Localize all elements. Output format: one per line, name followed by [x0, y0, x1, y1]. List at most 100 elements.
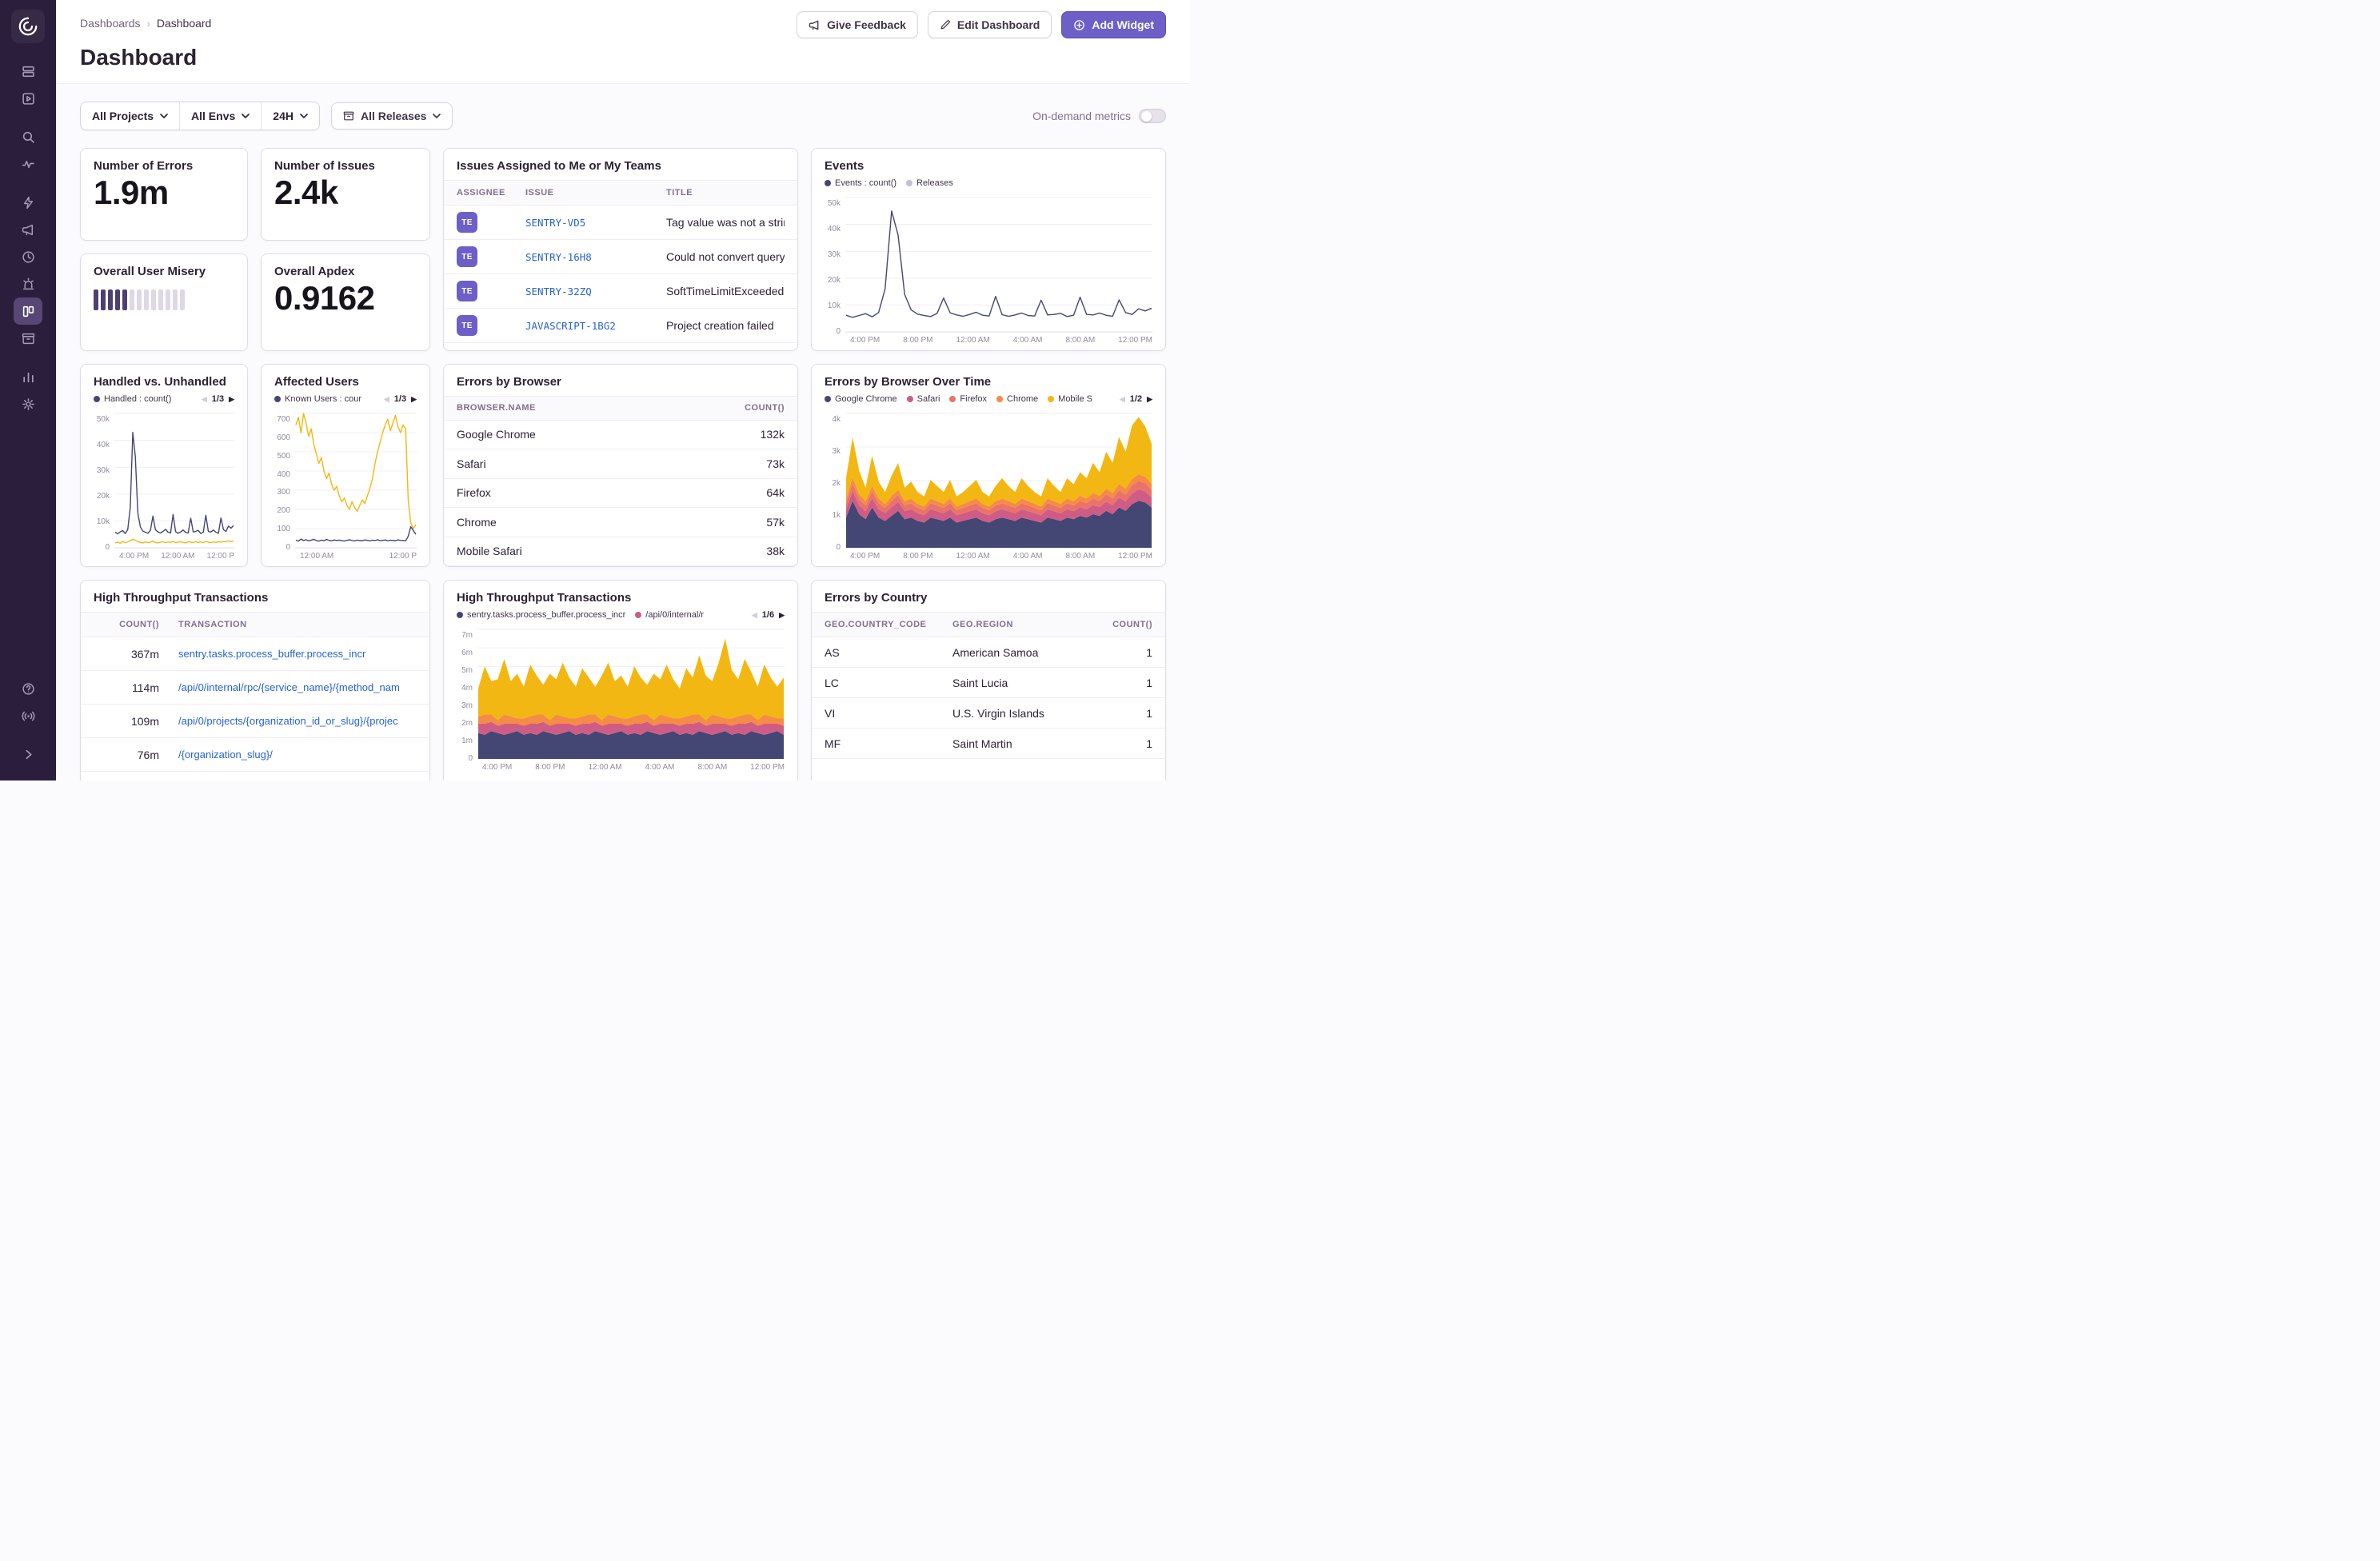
handled-chart[interactable]: [114, 413, 234, 549]
affected-users-chart[interactable]: [295, 413, 417, 549]
table-row[interactable]: Mobile Safari 38k: [444, 537, 797, 566]
legend-item[interactable]: Handled : count(): [94, 394, 171, 404]
legend-item[interactable]: Mobile S: [1048, 394, 1092, 404]
gear-icon: [22, 397, 35, 411]
next-page-icon[interactable]: ▶: [1147, 395, 1152, 404]
legend-item[interactable]: Releases: [906, 178, 953, 188]
browser-over-time-chart[interactable]: [845, 413, 1152, 549]
col-issue: ISSUE: [525, 188, 666, 198]
table-row[interactable]: MF Saint Martin 1: [812, 729, 1165, 759]
sidebar-item-projects[interactable]: [14, 85, 42, 112]
issue-row[interactable]: TE SENTRY-32ZQ SoftTimeLimitExceeded: [444, 274, 797, 309]
next-page-icon[interactable]: ▶: [779, 611, 785, 620]
legend-dot: [906, 180, 912, 186]
page-indicator: 1/6: [762, 610, 774, 620]
sidebar-item-stats[interactable]: [14, 363, 42, 390]
legend-item[interactable]: Google Chrome: [825, 394, 897, 404]
table-row[interactable]: 114m /api/0/internal/rpc/{service_name}/…: [81, 671, 429, 705]
breadcrumb-dashboards[interactable]: Dashboards: [80, 17, 141, 30]
transaction-link[interactable]: /api/0/internal/rpc/{service_name}/{meth…: [178, 681, 417, 693]
sidebar-item-settings[interactable]: [14, 390, 42, 417]
issue-link[interactable]: SENTRY-VD5: [525, 217, 666, 229]
transaction-count: 114m: [94, 681, 159, 694]
sidebar-item-whats-new[interactable]: [14, 702, 42, 729]
page-title: Dashboard: [80, 45, 1166, 70]
issue-row[interactable]: TE SENTRY-VD5 Tag value was not a strin: [444, 206, 797, 240]
legend-item[interactable]: Chrome: [996, 394, 1038, 404]
table-row[interactable]: Firefox 64k: [444, 479, 797, 508]
sidebar-item-help[interactable]: [14, 675, 42, 702]
issue-link[interactable]: JAVASCRIPT-1BG2: [525, 320, 666, 332]
sidebar-item-feedback[interactable]: [14, 216, 42, 243]
sidebar-item-replays[interactable]: [14, 243, 42, 270]
issue-link[interactable]: SENTRY-32ZQ: [525, 285, 666, 297]
col-title: TITLE: [666, 188, 785, 198]
project-filter[interactable]: All Projects: [81, 102, 179, 130]
table-row[interactable]: Safari 73k: [444, 449, 797, 478]
table-row[interactable]: AS American Samoa 1: [812, 637, 1165, 668]
add-widget-button[interactable]: Add Widget: [1061, 11, 1166, 38]
table-row[interactable]: VI U.S. Virgin Islands 1: [812, 698, 1165, 729]
edit-dashboard-label: Edit Dashboard: [957, 18, 1040, 31]
legend-label: Releases: [916, 178, 953, 188]
prev-page-icon[interactable]: ◀: [202, 395, 207, 404]
sidebar-item-explore[interactable]: [14, 123, 42, 150]
issue-link[interactable]: SENTRY-16H8: [525, 251, 666, 263]
sidebar-collapse[interactable]: [14, 741, 42, 768]
team-avatar[interactable]: TE: [457, 212, 477, 233]
transaction-link[interactable]: /api/0/projects/{organization_id_or_slug…: [178, 715, 417, 727]
sidebar-item-crons[interactable]: [14, 270, 42, 297]
sidebar-item-issues[interactable]: [14, 58, 42, 85]
legend-item[interactable]: Events : count(): [825, 178, 896, 188]
give-feedback-button[interactable]: Give Feedback: [797, 11, 918, 38]
sentry-logo[interactable]: [11, 10, 45, 43]
on-demand-toggle[interactable]: [1139, 109, 1166, 123]
high-throughput-chart[interactable]: [477, 629, 785, 760]
legend-item[interactable]: Safari: [907, 394, 940, 404]
widget-title: Events: [825, 159, 1152, 173]
table-row[interactable]: LC Saint Lucia 1: [812, 668, 1165, 698]
country-code: LC: [825, 677, 952, 689]
sidebar-item-performance[interactable]: [14, 150, 42, 178]
team-avatar[interactable]: TE: [457, 315, 477, 336]
team-avatar[interactable]: TE: [457, 281, 477, 301]
table-row[interactable]: 109m /api/0/projects/{organization_id_or…: [81, 705, 429, 738]
next-page-icon[interactable]: ▶: [229, 395, 234, 404]
col-count: COUNT(): [94, 620, 159, 629]
prev-page-icon[interactable]: ◀: [384, 395, 389, 404]
legend-item[interactable]: sentry.tasks.process_buffer.process_incr: [457, 610, 625, 620]
legend-item[interactable]: /api/0/internal/r: [635, 610, 704, 620]
widget-title: High Throughput Transactions: [94, 591, 417, 605]
misery-segment: [101, 289, 106, 310]
sidebar-item-alerts[interactable]: [14, 189, 42, 216]
issue-row[interactable]: TE JAVASCRIPT-1BG2 Project creation fail…: [444, 309, 797, 343]
events-chart[interactable]: [845, 197, 1152, 333]
legend-item[interactable]: Firefox: [949, 394, 987, 404]
page-filter-group: All Projects All Envs 24H: [80, 102, 320, 130]
table-row[interactable]: 76m /{organization_slug}/: [81, 738, 429, 772]
table-row[interactable]: Chrome 57k: [444, 508, 797, 537]
transaction-link[interactable]: /{organization_slug}/: [178, 749, 417, 761]
y-tick-label: 4k: [832, 416, 841, 424]
prev-page-icon[interactable]: ◀: [1120, 395, 1125, 404]
main-area: Dashboards › Dashboard Give Feedback Edi…: [56, 0, 1190, 780]
next-page-icon[interactable]: ▶: [411, 395, 417, 404]
team-avatar[interactable]: TE: [457, 246, 477, 267]
environment-filter[interactable]: All Envs: [179, 102, 261, 130]
sidebar-item-releases[interactable]: [14, 325, 42, 352]
dashboard-content: All Projects All Envs 24H All Releases O: [56, 84, 1190, 780]
widget-title: Issues Assigned to Me or My Teams: [457, 159, 785, 173]
issue-row[interactable]: TE SENTRY-16H8 Could not convert query: [444, 240, 797, 274]
sidebar-item-dashboards[interactable]: [14, 297, 42, 325]
x-tick-label: 12:00 AM: [300, 552, 333, 566]
prev-page-icon[interactable]: ◀: [752, 611, 757, 620]
country-count: 1: [1088, 737, 1152, 750]
release-filter[interactable]: All Releases: [331, 102, 453, 130]
help-icon: [22, 682, 35, 696]
edit-dashboard-button[interactable]: Edit Dashboard: [928, 11, 1052, 38]
transaction-link[interactable]: sentry.tasks.process_buffer.process_incr: [178, 648, 417, 660]
table-row[interactable]: Google Chrome 132k: [444, 421, 797, 449]
table-row[interactable]: 367m sentry.tasks.process_buffer.process…: [81, 637, 429, 671]
date-range-filter[interactable]: 24H: [261, 102, 319, 130]
legend-item[interactable]: Known Users : cour: [274, 394, 361, 404]
